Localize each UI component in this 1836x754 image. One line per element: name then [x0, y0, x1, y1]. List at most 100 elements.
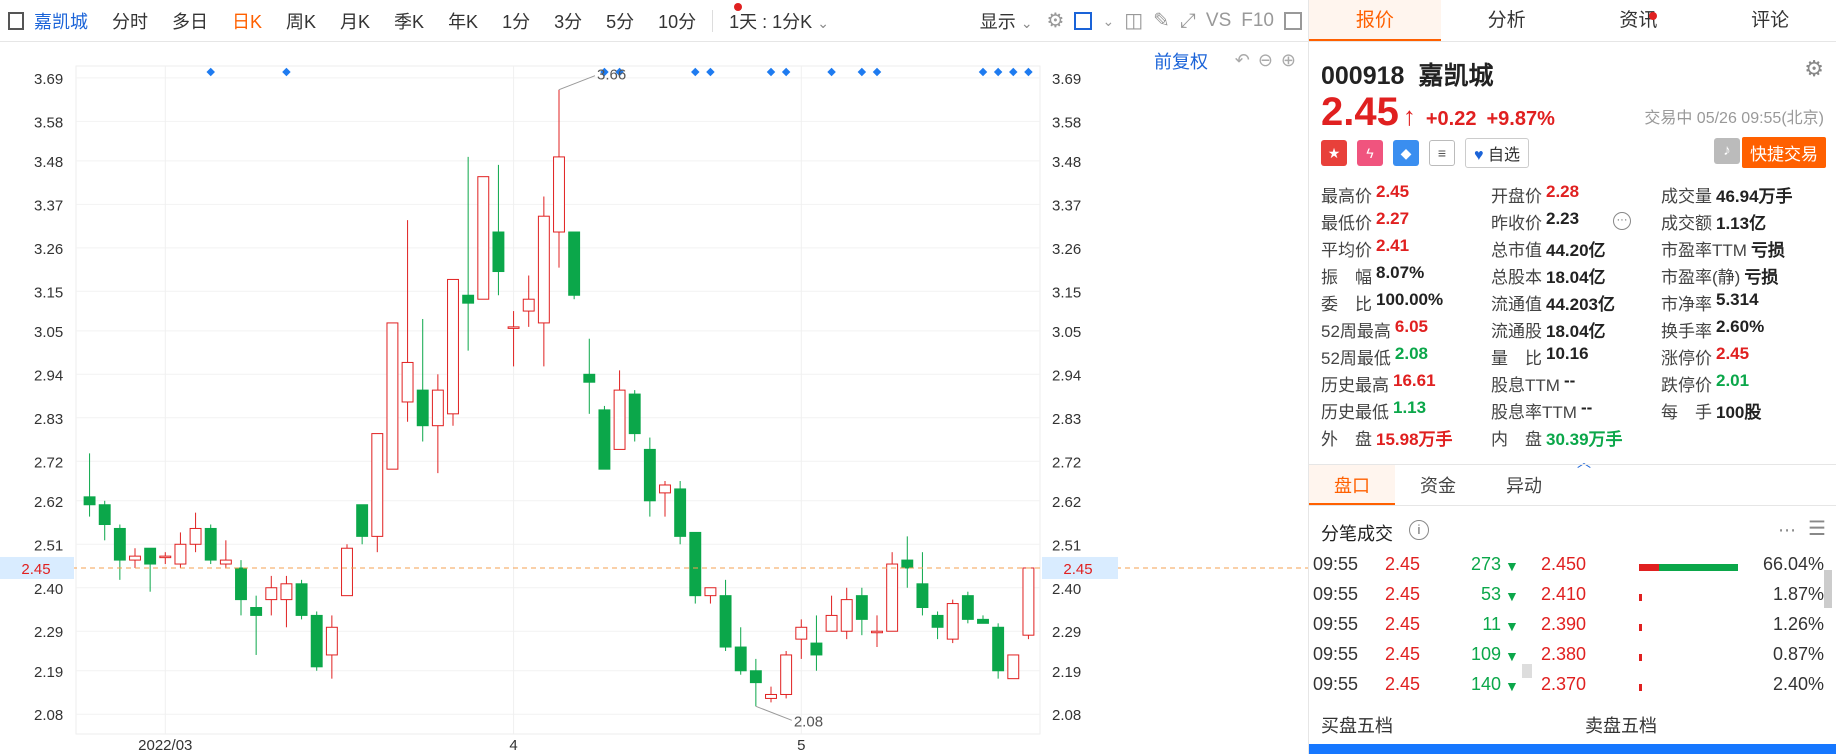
candle-body [325, 626, 338, 656]
tick-price: 2.45 [1385, 554, 1421, 574]
y-tick-label-right: 3.37 [1052, 197, 1081, 214]
depth-tab-2[interactable]: 异动 [1481, 465, 1567, 505]
candle-body [310, 614, 323, 668]
trading-status: 交易中 05/26 09:55(北京) [1644, 110, 1824, 127]
list-icon[interactable]: ☰ [1808, 516, 1826, 541]
period-tab-1[interactable]: 多日 [160, 8, 220, 34]
more-icon[interactable]: ··· [1613, 212, 1631, 230]
candlestick-svg: 3.69 3.69 3.58 3.58 3.48 3.48 3.37 3.37 3.26 3.26… [0, 65, 1308, 754]
scrollbar[interactable] [1522, 664, 1532, 678]
fullscreen-icon[interactable]: ⤢ [1180, 0, 1196, 42]
candle-body [871, 630, 883, 634]
panel-tab-3[interactable]: 评论 [1704, 0, 1836, 41]
candle-body [765, 693, 777, 699]
tag-icon[interactable]: ◆ [1393, 140, 1419, 166]
notes-icon[interactable]: ≡ [1429, 140, 1455, 166]
event-marker [993, 67, 1003, 77]
zoom-out-icon[interactable]: ⊖ [1258, 50, 1273, 71]
scrollbar[interactable] [1824, 570, 1832, 608]
depth-tab-0[interactable]: 盘口 [1309, 465, 1395, 505]
tick-time: 09:55 [1313, 584, 1359, 604]
y-tick-label-right: 3.05 [1052, 324, 1081, 341]
quote-cell: 开盘价 2.28 [1491, 182, 1661, 209]
display-select[interactable]: 显示 ⌄ [976, 8, 1037, 34]
lightning-icon[interactable]: ϟ [1357, 140, 1383, 166]
quote-key: 每 手 [1661, 403, 1712, 422]
sidebar-toggle-icon[interactable] [8, 11, 24, 30]
depth-tab-1[interactable]: 资金 [1395, 465, 1481, 505]
quote-key: 52周最低 [1321, 349, 1391, 368]
period-tab-8[interactable]: 3分 [542, 8, 594, 34]
chart-toolbar: 嘉凯城 分时 多日 日K 周K 月K 季K 年K 1分 3分 5分 10分 1天 : 1分K ⌄ 显… [0, 0, 1308, 42]
down-triangle-icon: ▼ [1505, 558, 1519, 574]
interval-select[interactable]: 1天 : 1分K ⌄ [717, 8, 841, 34]
quote-value: 100.00% [1376, 290, 1444, 309]
event-marker [206, 67, 215, 77]
event-marker [706, 67, 715, 77]
event-marker [781, 67, 791, 77]
quote-value: 44.20亿 [1546, 241, 1606, 260]
info-icon[interactable]: i [1409, 520, 1429, 540]
quote-key: 市盈率(静) [1661, 268, 1741, 287]
settings-icon[interactable]: ⚙ [1047, 0, 1065, 42]
quote-row: 最高价 2.45 开盘价 2.28 成交量 46.94万手 [1321, 182, 1831, 209]
level-pct: 1.87% [1772, 584, 1824, 604]
event-marker [978, 67, 988, 77]
period-tab-6[interactable]: 年K [436, 8, 490, 34]
more-options-icon[interactable]: ⋯ [1778, 520, 1796, 541]
period-tab-3[interactable]: 周K [274, 8, 328, 34]
gear-icon[interactable]: ⚙ [1804, 56, 1824, 82]
f10-button[interactable]: F10 [1241, 0, 1274, 42]
adjust-mode-button[interactable]: 前复权 [1154, 48, 1208, 74]
period-tab-5[interactable]: 季K [382, 8, 436, 34]
candle-body [356, 504, 369, 537]
quote-key: 振 幅 [1321, 268, 1372, 287]
panel-tab-0[interactable]: 报价 [1309, 0, 1441, 41]
add-watchlist-button[interactable]: ♥ 自选 [1465, 138, 1529, 168]
depth-tabs: 盘口 资金 异动 [1309, 464, 1836, 506]
camera-icon[interactable]: ◫ [1124, 0, 1143, 42]
candle-body [977, 618, 989, 624]
y-tick-label-right: 2.08 [1052, 707, 1081, 724]
period-tab-7[interactable]: 1分 [490, 8, 542, 34]
quote-value: 2.45 [1376, 182, 1410, 201]
quote-value: 2.23 [1546, 209, 1580, 228]
undo-icon[interactable]: ↶ [1235, 50, 1250, 71]
pen-icon[interactable]: ✎ [1153, 0, 1170, 42]
ticks-title: 分笔成交 [1321, 524, 1393, 544]
kline-chart[interactable]: 前复权 ↶ ⊖ ⊕ 3.69 3.69 3.58 3.58 3.48 3.48 3.37 3.… [0, 42, 1308, 754]
quote-cell: 52周最高 6.05 [1321, 317, 1491, 344]
period-tab-4[interactable]: 月K [328, 8, 382, 34]
zoom-in-icon[interactable]: ⊕ [1281, 50, 1296, 71]
quote-value: 46.94万手 [1716, 187, 1793, 206]
level-share-bar-red [1639, 594, 1642, 601]
quick-trade-button[interactable]: 快捷交易 [1742, 137, 1826, 168]
candle-body [189, 527, 202, 545]
china-flag-icon[interactable]: ★ [1321, 140, 1347, 166]
quote-row: 振 幅 8.07% 总股本 18.04亿 市盈率(静) 亏损 [1321, 263, 1831, 290]
y-tick-label-left: 2.08 [34, 707, 63, 724]
panel-tab-2[interactable]: 资讯 [1573, 0, 1705, 41]
color-picker-icon[interactable] [1074, 12, 1093, 30]
bell-icon[interactable]: ♪ [1714, 138, 1740, 164]
stock-name-link[interactable]: 嘉凯城 [30, 8, 100, 34]
candle-body [401, 361, 414, 403]
panel-toggle-icon[interactable] [1284, 12, 1302, 30]
period-tab-0[interactable]: 分时 [100, 8, 160, 34]
candle-body [780, 654, 793, 695]
panel-tab-1[interactable]: 分析 [1441, 0, 1573, 41]
level-pct: 66.04% [1762, 554, 1824, 574]
candle-body [886, 563, 899, 632]
period-tab-2[interactable]: 日K [220, 8, 274, 34]
quote-cell: 涨停价 2.45 [1661, 344, 1831, 371]
quote-cell: 跌停价 2.01 [1661, 371, 1831, 398]
candle-body [825, 614, 838, 632]
vs-button[interactable]: VS [1206, 0, 1231, 42]
quote-value: -- [1563, 371, 1576, 390]
quote-value: 18.04亿 [1546, 268, 1606, 287]
period-tab-10[interactable]: 10分 [646, 8, 708, 34]
candle-body [855, 595, 868, 620]
chevron-down-icon[interactable]: ⌄ [1102, 0, 1114, 42]
x-tick-label: 4 [509, 737, 517, 754]
period-tab-9[interactable]: 5分 [594, 8, 646, 34]
